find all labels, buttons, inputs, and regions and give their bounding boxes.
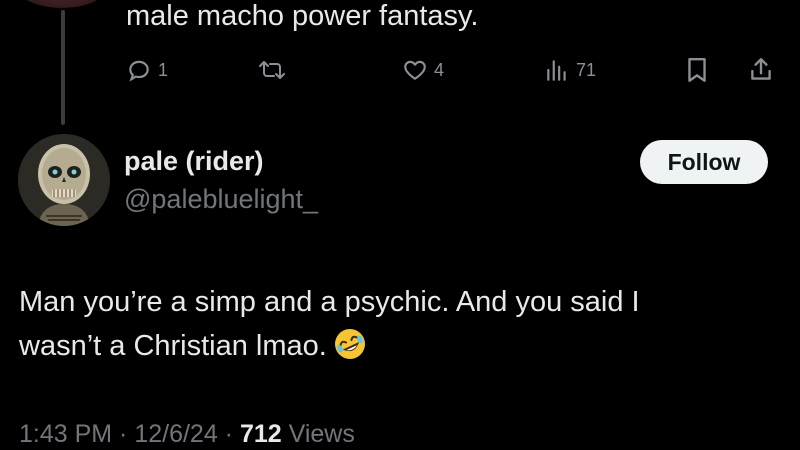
- tweet-text: Man you’re a simp and a psychic. And you…: [19, 280, 789, 374]
- parent-avatar[interactable]: [10, 0, 114, 8]
- rolling-on-floor-laughing-emoji-icon: [333, 327, 367, 374]
- tweet-text-line-2: wasn’t a Christian lmao.: [19, 330, 327, 362]
- reply-icon: [126, 57, 152, 83]
- follow-button[interactable]: Follow: [640, 140, 768, 184]
- tweet-views-label: Views: [281, 420, 355, 448]
- share-icon: [748, 56, 774, 84]
- parent-tweet-action-bar: 1 4 71: [126, 52, 786, 88]
- retweet-icon: [258, 57, 286, 83]
- tweet-meta: 1:43 PM · 12/6/24 · 712 Views: [19, 420, 355, 449]
- bookmark-button[interactable]: [684, 52, 710, 88]
- retweet-button[interactable]: [258, 52, 286, 88]
- tweet-text-line-1: Man you’re a simp and a psychic. And you…: [19, 286, 640, 318]
- tweet-text-line-2-container: wasn’t a Christian lmao.: [19, 324, 789, 374]
- views-count: 71: [576, 59, 597, 80]
- like-button[interactable]: 4: [402, 52, 444, 88]
- author-display-name[interactable]: pale (rider): [124, 146, 264, 177]
- tweet-views-count[interactable]: 712: [240, 420, 282, 448]
- author-handle[interactable]: @palebluelight_: [124, 184, 318, 215]
- like-count: 4: [434, 59, 445, 80]
- thread-connector-line: [61, 10, 65, 125]
- reply-button[interactable]: 1: [126, 52, 168, 88]
- author-avatar[interactable]: [18, 134, 110, 226]
- parent-tweet-text: male macho power fantasy.: [126, 0, 479, 32]
- views-bar-chart-icon: [544, 57, 570, 83]
- tweet-timestamp[interactable]: 1:43 PM · 12/6/24 ·: [19, 420, 240, 448]
- views-button[interactable]: 71: [544, 52, 596, 88]
- heart-icon: [402, 57, 428, 83]
- bookmark-icon: [684, 56, 710, 84]
- reply-count: 1: [158, 59, 169, 80]
- share-button[interactable]: [748, 52, 774, 88]
